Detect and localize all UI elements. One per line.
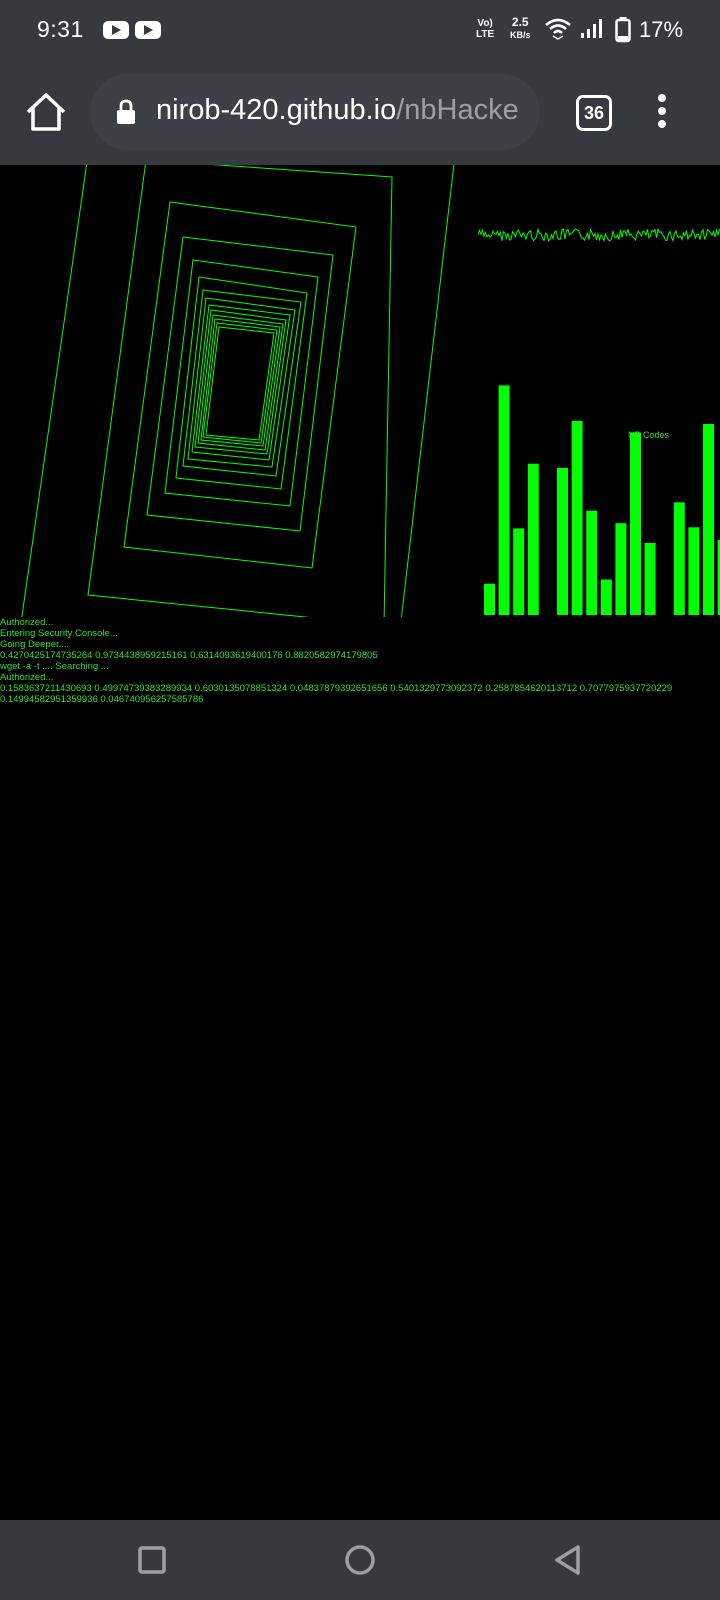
url-host: nirob-420.github.io xyxy=(156,94,397,126)
chart-bar xyxy=(703,424,714,615)
chart-bar xyxy=(513,528,525,615)
wifi-icon xyxy=(545,18,571,40)
signal-icon xyxy=(581,19,602,38)
chart-bar xyxy=(571,420,583,615)
back-button[interactable] xyxy=(552,1544,584,1576)
status-bar: 9:31 Vo) LTE 2.5 KB/s 17% xyxy=(0,0,720,62)
chart-bar xyxy=(630,432,641,615)
home-icon[interactable] xyxy=(24,90,68,134)
console-line: 0.4270425174735264 0.9734438959215161 0.… xyxy=(0,650,378,661)
console-line: Authorized... xyxy=(0,672,54,683)
tunnel-animation xyxy=(21,165,455,617)
youtube-icon xyxy=(103,21,129,39)
chart-bar xyxy=(498,385,510,615)
chart-bar xyxy=(527,463,539,615)
url-text: nirob-420.github.io/nbHacke xyxy=(156,94,526,127)
tunnel-frame xyxy=(87,165,393,617)
home-nav-button[interactable] xyxy=(344,1544,376,1576)
address-bar[interactable]: nirob-420.github.io/nbHacke xyxy=(90,74,540,150)
volte-label: Vo) xyxy=(477,18,493,29)
url-path: /nbHacke xyxy=(396,94,519,126)
net-speed-value: 2.5 xyxy=(511,15,529,29)
chart-bar xyxy=(673,502,685,615)
console-line: 0.1583637211430693 0.49974739383289934 0… xyxy=(0,683,673,694)
clock: 9:31 xyxy=(37,16,84,42)
console-line: Going Deeper.... xyxy=(0,639,70,650)
recents-button[interactable] xyxy=(136,1544,168,1576)
menu-dot-icon xyxy=(658,107,666,115)
chart-bar xyxy=(615,523,627,615)
console-line: Authorized... xyxy=(0,617,54,628)
battery-icon xyxy=(615,17,631,43)
tunnel-frame xyxy=(123,201,357,569)
more-menu-button[interactable] xyxy=(657,94,667,130)
waveform-graph xyxy=(478,227,720,243)
tab-switcher-button[interactable]: 36 xyxy=(576,95,612,131)
chart-bar xyxy=(484,583,495,615)
tunnel-frame xyxy=(182,289,302,477)
web-page: NB Codes Authorized... Entering Security … xyxy=(0,165,720,1520)
youtube-icon xyxy=(135,21,161,39)
volte-icon: Vo) LTE xyxy=(476,18,494,40)
waveform-line xyxy=(478,227,720,243)
lte-label: LTE xyxy=(476,29,495,40)
chart-bar xyxy=(600,579,612,615)
bar-chart xyxy=(484,385,720,615)
chart-bar xyxy=(586,510,598,615)
console-line: wget -a -t .... Searching ... xyxy=(0,661,109,672)
net-speed-unit: KB/s xyxy=(510,30,531,40)
console-line: Entering Security Console... xyxy=(0,628,118,639)
chart-bar xyxy=(557,467,568,615)
chart-bar xyxy=(688,527,700,615)
tunnel-frame xyxy=(21,165,455,617)
tunnel-frame xyxy=(191,304,291,461)
menu-dot-icon xyxy=(658,94,666,102)
chart-label: NB Codes xyxy=(628,430,670,440)
console-line: 0.14994582951359936 0.046740956257585786 xyxy=(0,694,204,705)
system-nav-bar xyxy=(0,1520,720,1600)
console-output: Authorized... Entering Security Console..… xyxy=(0,617,720,705)
browser-toolbar: nirob-420.github.io/nbHacke 36 xyxy=(0,62,720,165)
battery-percent: 17% xyxy=(639,17,684,42)
menu-dot-icon xyxy=(658,120,666,128)
lock-icon xyxy=(117,99,135,124)
chart-bar xyxy=(644,543,656,615)
net-speed: 2.5 KB/s xyxy=(510,16,531,42)
